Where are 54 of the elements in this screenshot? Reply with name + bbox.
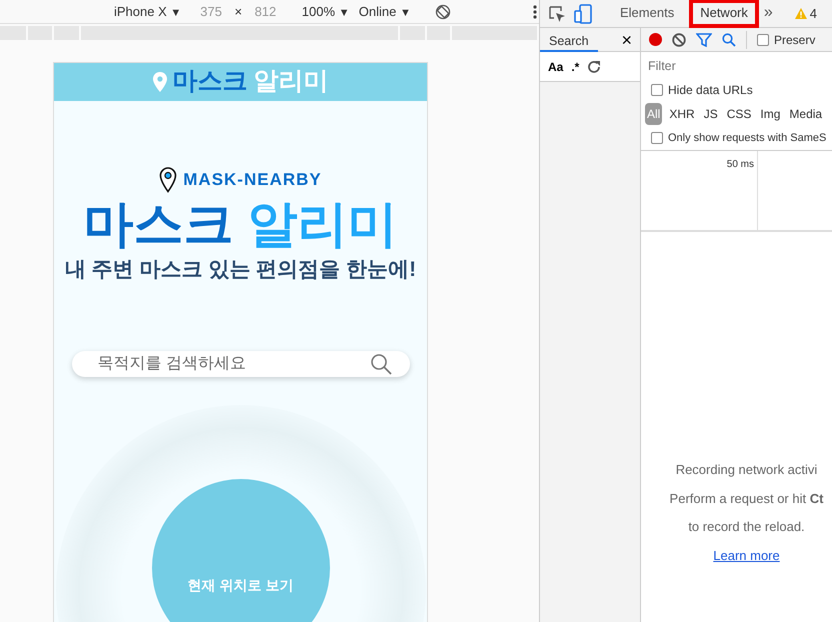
checkbox[interactable] — [651, 132, 663, 144]
warning-icon — [794, 8, 807, 19]
resource-type-filter[interactable]: Media — [787, 103, 824, 125]
preserve-log-label: Preserv — [774, 32, 816, 48]
inspect-icon[interactable] — [548, 5, 566, 23]
device-toggle-icon[interactable] — [574, 4, 592, 24]
panel-tab[interactable]: Elements — [610, 0, 684, 27]
brand-name: MASK-NEARBY — [183, 168, 322, 191]
checkbox[interactable] — [757, 34, 769, 46]
caret-icon: ▼ — [338, 6, 350, 19]
subtitle: 내 주변 마스크 있는 편의점을 한눈에! — [64, 256, 416, 282]
width-value: 375 — [200, 2, 222, 21]
checkbox[interactable] — [651, 84, 663, 96]
resource-type-filter[interactable]: XHR — [667, 103, 697, 125]
same-site-label: Only show requests with SameS — [668, 130, 826, 146]
clear-icon[interactable] — [672, 32, 686, 46]
more-tabs-button[interactable]: » — [758, 0, 779, 27]
caret-icon: ▼ — [400, 6, 411, 19]
header-title-word: 알리미 — [254, 66, 328, 97]
empty-message: to record the reload. — [688, 518, 805, 536]
search-bar[interactable]: 목적지를 검색하세요 — [72, 351, 410, 377]
search-option-button[interactable]: .* — [571, 58, 580, 76]
header-title-word: 마스크 — [172, 66, 248, 97]
resource-type-filter[interactable]: Img — [758, 103, 782, 125]
throttle-select[interactable]: Online ▼ — [358, 2, 411, 22]
caret-icon: ▼ — [170, 6, 182, 19]
empty-message: Recording network activi — [676, 461, 818, 479]
close-button[interactable]: × — [621, 30, 632, 48]
title-word: 알리미 — [248, 196, 398, 252]
empty-message: Perform a request or hit Ct — [670, 490, 824, 508]
filter-icon[interactable] — [696, 32, 712, 46]
rotate-icon[interactable] — [434, 4, 451, 20]
map-pin-icon — [159, 166, 178, 192]
panel-tab[interactable]: Network — [690, 0, 758, 27]
search-icon[interactable] — [722, 32, 736, 46]
resource-type-filter[interactable]: CSS — [724, 103, 754, 125]
learn-more-link[interactable]: Learn more — [713, 546, 780, 565]
resource-type-filter[interactable]: JS — [702, 103, 720, 125]
refresh-icon[interactable] — [587, 60, 602, 74]
zoom-select[interactable]: 100% ▼ — [302, 2, 350, 22]
warning-count[interactable]: 4 — [788, 0, 824, 27]
title-word: 마스크 — [84, 196, 234, 252]
height-value: 812 — [254, 2, 276, 21]
device-select[interactable]: iPhone X ▼ — [114, 2, 182, 22]
more-options-icon[interactable] — [532, 4, 537, 19]
search-input[interactable]: 목적지를 검색하세요 — [96, 351, 370, 377]
hide-data-urls-label: Hide data URLs — [668, 82, 753, 99]
map-pin-icon — [152, 72, 166, 92]
timeline-tick: 50 ms — [641, 151, 758, 230]
search-option-button[interactable]: Aa — [548, 58, 564, 76]
times-sign: × — [234, 2, 242, 21]
record-button[interactable] — [649, 33, 662, 46]
search-icon[interactable] — [370, 353, 392, 375]
warning-count-text: 4 — [810, 4, 818, 23]
